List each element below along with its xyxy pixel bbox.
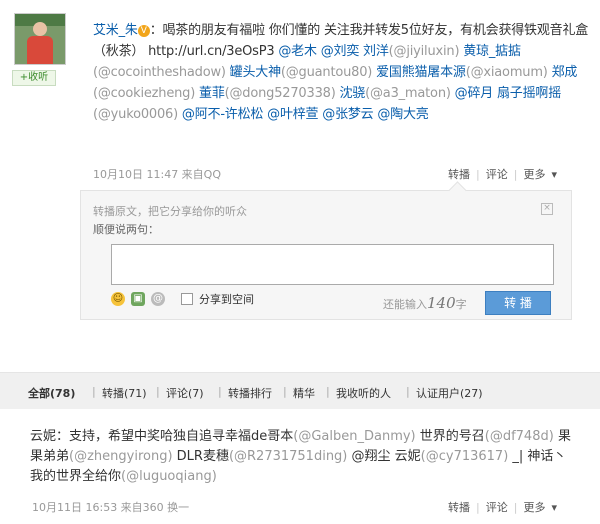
mention-handle: (@guantou80)	[280, 65, 373, 80]
mention-user[interactable]: 罐头大神	[226, 65, 281, 80]
avatar-head	[33, 22, 47, 36]
filter-tab[interactable]: 转播(71)	[102, 385, 147, 401]
mention-icon[interactable]: @	[151, 292, 165, 306]
mention-handle: (@cookiezheng)	[93, 86, 196, 101]
comment-text: DLR麦穗	[172, 449, 229, 464]
post-actions: 转播 | 评论 | 更多 ▾	[445, 166, 560, 182]
separator: |	[513, 501, 518, 514]
comment-timestamp: 10月11日 16:53 来自360 换一	[32, 501, 190, 514]
chevron-down-icon: ▾	[551, 501, 557, 514]
filter-tab[interactable]: 我收听的人	[336, 385, 391, 401]
comment-more-link[interactable]: 更多	[523, 501, 545, 514]
mention-handle: (@dong5270338)	[224, 86, 336, 101]
chevron-down-icon: ▾	[551, 168, 557, 181]
comment-comment-link[interactable]: 评论	[486, 501, 508, 514]
mention-handle: (@zhengyirong)	[69, 449, 173, 464]
tab-separator: |	[156, 385, 160, 398]
emoji-icon[interactable]: ☺	[111, 292, 125, 306]
mention-handle: (@cy713617)	[420, 449, 509, 464]
filter-tab[interactable]: 全部(78)	[28, 385, 75, 401]
post-content: 艾米_朱 V ：喝茶的朋友有福啦 你们懂的 关注我并转发5位好友，有机会获得铁观音礼…	[93, 20, 593, 125]
mention-handle: (@luguoqiang)	[121, 469, 217, 484]
tab-separator: |	[283, 385, 287, 398]
post-comment-link[interactable]: 评论	[486, 168, 508, 181]
tab-separator: |	[92, 385, 96, 398]
counter-suffix: 字	[455, 298, 467, 311]
mention-user[interactable]: 爱国熊猫屠本源	[372, 65, 466, 80]
follow-button[interactable]: +收听	[12, 70, 56, 86]
counter-value: 140	[427, 294, 456, 312]
mention-user[interactable]: 郑成	[548, 65, 578, 80]
counter-prefix: 还能输入	[383, 298, 427, 311]
char-counter: 还能输入140字	[383, 294, 467, 312]
panel-pointer	[448, 181, 467, 200]
post-timestamp: 10月10日 11:47 来自QQ	[93, 168, 222, 181]
mention-handle: (@xiaomum)	[465, 65, 548, 80]
comment-text: 云妮：支持，希望中奖哈独自追寻幸福de哥本	[30, 429, 294, 444]
forward-textarea[interactable]	[111, 244, 554, 285]
share-space-label: 分享到空间	[199, 293, 254, 306]
comment-content: 云妮：支持，希望中奖哈独自追寻幸福de哥本(@Galben_Danmy) 世界的…	[30, 427, 575, 487]
mention-user[interactable]: @阿不-许松松 @叶梓萱 @张梦云 @陶大亮	[178, 107, 429, 122]
comment-text: @翔尘 云妮	[347, 449, 421, 464]
filter-tab[interactable]: 精华	[293, 385, 315, 401]
separator: |	[476, 501, 480, 514]
mention-user[interactable]: 黄琼_掂掂	[459, 44, 521, 59]
mention-handle: (@cocointheshadow)	[93, 65, 226, 80]
tab-separator: |	[406, 385, 410, 398]
forward-tools: ☺ ▣ @ 分享到空间	[111, 291, 254, 307]
comment-forward-link[interactable]: 转播	[448, 501, 470, 514]
mention-handle: (@jiyiluxin)	[388, 44, 460, 59]
user-avatar[interactable]	[14, 13, 66, 65]
filter-tab[interactable]: 转播排行	[228, 385, 272, 401]
tab-separator: |	[326, 385, 330, 398]
mention-user[interactable]: @碎月 扇子摇啊摇	[451, 86, 562, 101]
image-icon[interactable]: ▣	[131, 292, 145, 306]
mention-user[interactable]: 沈骁	[336, 86, 366, 101]
post-author[interactable]: 艾米_朱	[93, 23, 138, 38]
mention-handle: (@Galben_Danmy)	[293, 429, 416, 444]
separator: |	[476, 168, 480, 181]
mention-handle: (@R2731751ding)	[228, 449, 348, 464]
vip-badge-icon: V	[137, 24, 150, 37]
mention-user[interactable]: 董菲	[195, 86, 225, 101]
filter-tab[interactable]: 认证用户(27)	[416, 385, 483, 401]
avatar-body	[27, 36, 53, 64]
mention-handle: (@df748d)	[484, 429, 554, 444]
close-icon[interactable]: ×	[541, 203, 553, 215]
post-more-link[interactable]: 更多	[523, 168, 545, 181]
separator: |	[513, 168, 518, 181]
mention-user[interactable]: @老木 @刘奕 刘洋	[274, 44, 388, 59]
mention-handle: (@a3_maton)	[365, 86, 451, 101]
tab-separator: |	[218, 385, 222, 398]
say-label: 顺便说两句：	[93, 223, 159, 236]
comment-actions: 转播 | 评论 | 更多 ▾	[445, 499, 560, 515]
filter-tabs: 全部(78) | 转播(71) | 评论(7) | 转播排行 | 精华 | 我收听的人 | 认证用户(2…	[0, 373, 600, 409]
forward-submit-button[interactable]: 转 播	[485, 291, 551, 315]
post-link[interactable]: http://url.cn/3eOsP3	[148, 44, 275, 59]
share-space-checkbox[interactable]	[181, 293, 193, 305]
forward-panel: 转播原文，把它分享给你的听众 × 顺便说两句： ☺ ▣ @ 分享到空间 还能输入…	[80, 181, 572, 320]
post-forward-link[interactable]: 转播	[448, 168, 470, 181]
filter-tab[interactable]: 评论(7)	[166, 385, 204, 401]
mention-handle: (@yuko0006)	[93, 107, 178, 122]
forward-original-label: 转播原文，把它分享给你的听众	[93, 205, 247, 218]
comment-text: 世界的号召	[415, 429, 485, 444]
